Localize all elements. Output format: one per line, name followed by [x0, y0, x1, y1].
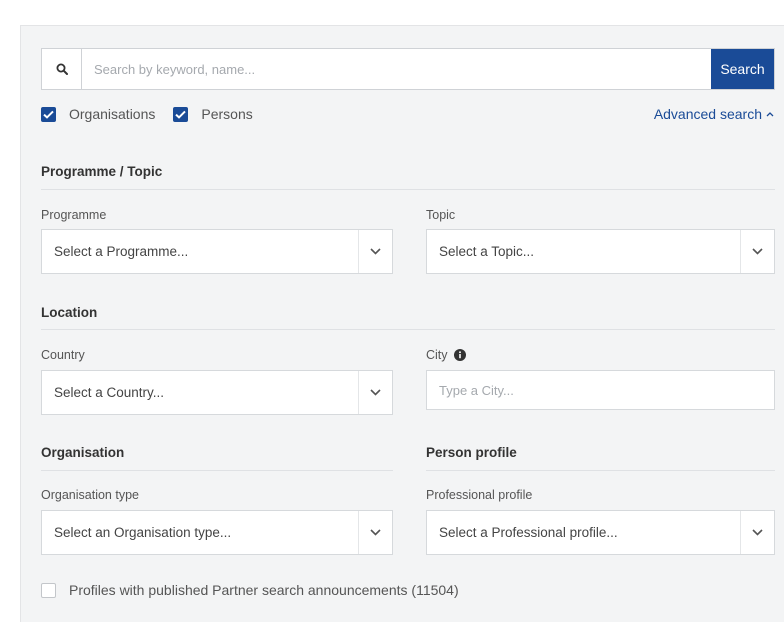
organisations-label: Organisations: [69, 106, 156, 122]
country-select-value: Select a Country...: [54, 385, 165, 400]
announcements-checkbox[interactable]: [41, 582, 56, 598]
organisation-type-value: Select an Organisation type...: [54, 525, 232, 540]
topic-label: Topic: [426, 208, 456, 222]
announcements-filter[interactable]: Profiles with published Partner search a…: [41, 582, 459, 598]
country-select[interactable]: Select a Country...: [41, 370, 393, 415]
search-button[interactable]: Search: [711, 49, 774, 89]
organisation-type-label: Organisation type: [41, 488, 139, 502]
professional-profile-label: Professional profile: [426, 488, 533, 502]
section-divider: [41, 329, 775, 330]
city-label: City: [426, 348, 448, 362]
section-divider: [41, 470, 393, 471]
programme-topic-heading: Programme / Topic: [41, 164, 163, 179]
info-icon[interactable]: [453, 349, 466, 361]
search-input[interactable]: [82, 49, 711, 89]
persons-label: Persons: [201, 106, 253, 122]
organisation-type-select[interactable]: Select an Organisation type...: [41, 510, 393, 555]
chevron-down-icon[interactable]: [740, 230, 774, 273]
section-divider: [41, 189, 775, 190]
section-divider: [426, 470, 775, 471]
organisations-checkbox[interactable]: [41, 106, 56, 122]
professional-profile-value: Select a Professional profile...: [439, 525, 618, 540]
checkmark-icon: [175, 110, 187, 119]
city-label-row: City: [426, 348, 466, 362]
chevron-down-icon[interactable]: [358, 371, 392, 414]
advanced-search-link[interactable]: Advanced search: [654, 106, 774, 122]
person-profile-heading: Person profile: [426, 445, 517, 460]
professional-profile-select[interactable]: Select a Professional profile...: [426, 510, 775, 555]
organisations-filter[interactable]: Organisations: [41, 106, 155, 122]
advanced-search-label: Advanced search: [653, 106, 762, 122]
topic-select[interactable]: Select a Topic...: [426, 229, 775, 274]
country-label: Country: [41, 348, 85, 362]
city-input[interactable]: [426, 370, 775, 410]
programme-select[interactable]: Select a Programme...: [41, 229, 393, 274]
chevron-up-icon: [766, 111, 774, 117]
topic-select-value: Select a Topic...: [439, 244, 535, 259]
announcements-label: Profiles with published Partner search a…: [69, 582, 459, 598]
location-heading: Location: [41, 305, 98, 320]
chevron-down-icon[interactable]: [358, 230, 392, 273]
programme-select-value: Select a Programme...: [54, 244, 189, 259]
search-icon: [42, 49, 82, 89]
organisation-heading: Organisation: [41, 445, 125, 460]
persons-checkbox[interactable]: [173, 106, 189, 122]
programme-label: Programme: [41, 208, 107, 222]
chevron-down-icon[interactable]: [358, 511, 392, 554]
checkmark-icon: [43, 110, 54, 119]
chevron-down-icon[interactable]: [740, 511, 774, 554]
entity-filter-row: Organisations Persons: [41, 106, 271, 122]
search-bar: Search: [41, 48, 775, 90]
search-panel: Search Organisations Persons Advanced se…: [20, 25, 784, 622]
persons-filter[interactable]: Persons: [173, 106, 253, 122]
